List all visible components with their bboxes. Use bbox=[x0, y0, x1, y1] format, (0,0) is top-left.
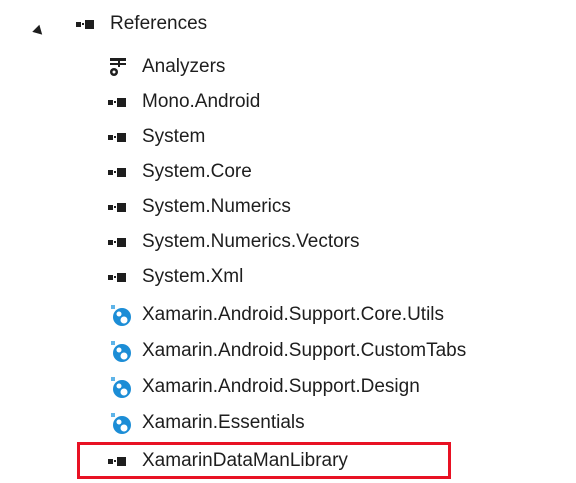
tree-node-xamarin-android-support-core-utils[interactable]: Xamarin.Android.Support.Core.Utils bbox=[108, 300, 444, 330]
tree-node-label: System.Numerics bbox=[142, 196, 291, 217]
nuget-package-icon bbox=[108, 303, 134, 327]
tree-node-label: References bbox=[110, 13, 208, 34]
tree-node-mono-android[interactable]: Mono.Android bbox=[108, 87, 260, 117]
reference-icon bbox=[108, 199, 134, 215]
tree-node-label: Xamarin.Android.Support.Core.Utils bbox=[142, 304, 445, 325]
tree-node-system-numerics-vectors[interactable]: System.Numerics.Vectors bbox=[108, 227, 360, 257]
tree-node-system[interactable]: System bbox=[108, 122, 205, 152]
tree-node-label: System.Numerics.Vectors bbox=[142, 231, 360, 252]
reference-icon bbox=[108, 164, 134, 180]
reference-icon bbox=[108, 129, 134, 145]
tree-node-label: Xamarin.Essentials bbox=[142, 412, 305, 433]
tree-node-label: System bbox=[142, 126, 206, 147]
expand-collapse-arrow-icon[interactable] bbox=[32, 24, 46, 39]
tree-node-label: Mono.Android bbox=[142, 91, 261, 112]
tree-node-label: Xamarin.Android.Support.Design bbox=[142, 376, 420, 397]
tree-node-xamarin-android-support-design[interactable]: Xamarin.Android.Support.Design bbox=[108, 372, 420, 402]
tree-node-system-numerics[interactable]: System.Numerics bbox=[108, 192, 291, 222]
reference-icon bbox=[108, 269, 134, 285]
reference-icon bbox=[76, 16, 102, 32]
nuget-package-icon bbox=[108, 339, 134, 363]
analyzer-icon bbox=[108, 56, 134, 78]
tree-node-label: System.Core bbox=[142, 161, 252, 182]
reference-icon bbox=[108, 234, 134, 250]
tree-node-references[interactable]: References bbox=[76, 9, 207, 39]
tree-node-analyzers[interactable]: Analyzers bbox=[108, 52, 225, 82]
tree-node-xamarin-essentials[interactable]: Xamarin.Essentials bbox=[108, 408, 305, 438]
tree-node-label: Xamarin.Android.Support.CustomTabs bbox=[142, 340, 467, 361]
tree-node-label: System.Xml bbox=[142, 266, 244, 287]
nuget-package-icon bbox=[108, 375, 134, 399]
tree-node-label: Analyzers bbox=[142, 56, 226, 77]
solution-explorer-tree: References Analyzers Mono.Android System bbox=[0, 0, 576, 483]
nuget-package-icon bbox=[108, 411, 134, 435]
reference-icon bbox=[108, 94, 134, 110]
highlight-box bbox=[77, 442, 451, 479]
tree-node-xamarin-android-support-customtabs[interactable]: Xamarin.Android.Support.CustomTabs bbox=[108, 336, 466, 366]
tree-node-system-core[interactable]: System.Core bbox=[108, 157, 252, 187]
tree-node-system-xml[interactable]: System.Xml bbox=[108, 262, 243, 292]
